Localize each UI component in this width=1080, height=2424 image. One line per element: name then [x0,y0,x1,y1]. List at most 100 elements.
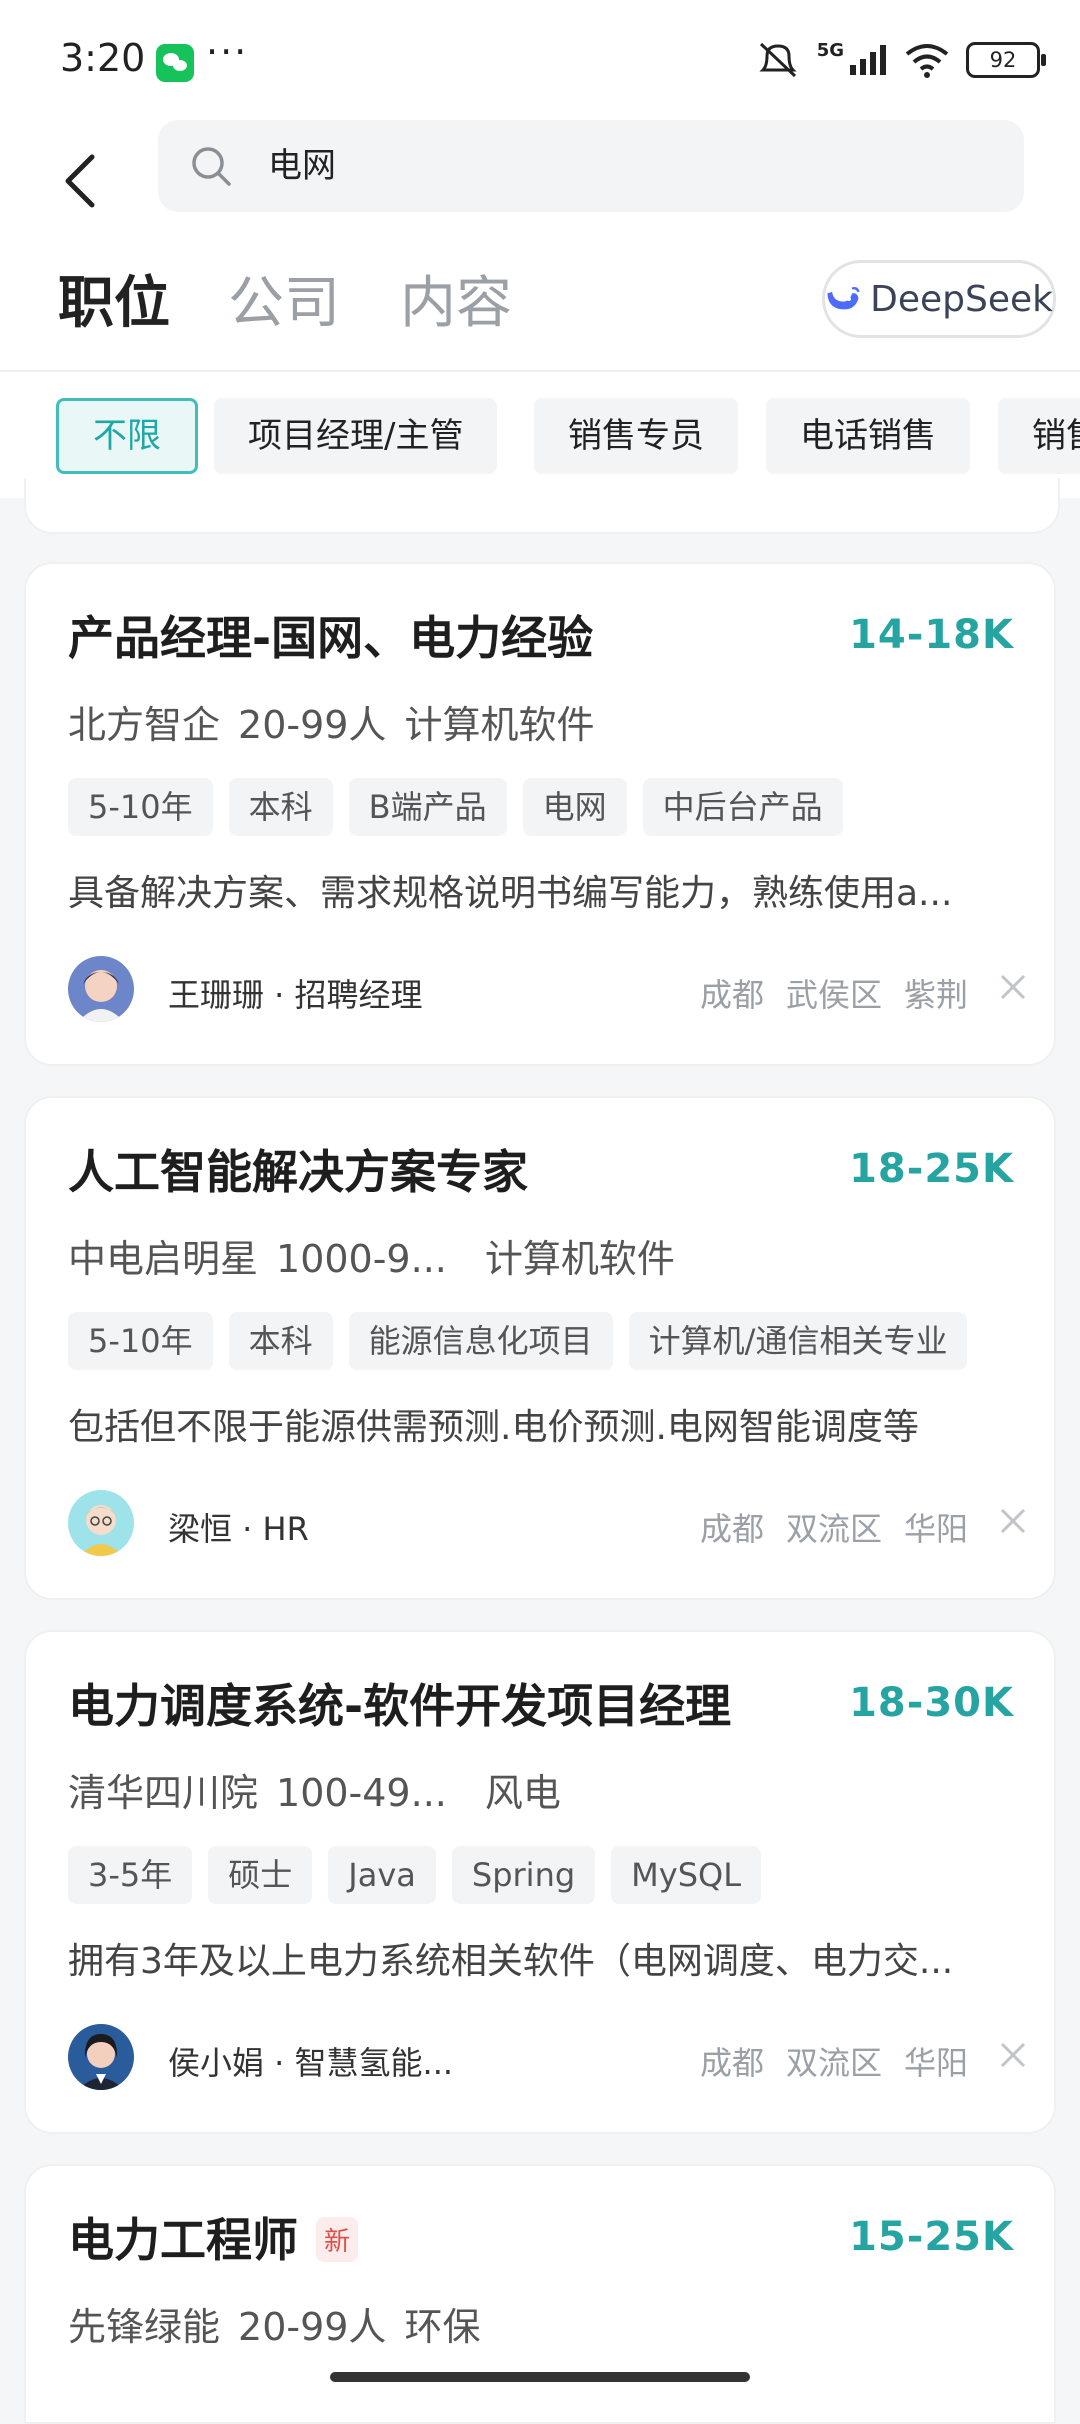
signal-icon [850,45,886,75]
avatar-image [68,956,134,1022]
close-icon[interactable] [998,972,1028,1002]
avatar [68,2024,134,2090]
job-title: 电力调度系统-软件开发项目经理 [68,1679,732,1733]
search-input[interactable]: 电网 [268,120,336,212]
company-size: 1000-9... [276,1237,447,1281]
avatar [68,1490,134,1556]
mute-icon [759,42,797,78]
wechat-icon [156,44,194,82]
company-name: 中电启明星 [68,1237,259,1281]
job-description: 包括但不限于能源供需预测.电价预测.电网智能调度等 [68,1407,919,1448]
previous-card-edge [24,478,1060,534]
deepseek-label: DeepSeek [870,278,1053,320]
city: 成都 [699,976,764,1014]
deepseek-whale-icon [827,287,860,310]
job-card[interactable]: 人工智能解决方案专家 18-25K 中电启明星 1000-9... 计算机软件 5-… [24,1096,1056,1600]
filter-chip-sales[interactable]: 销售 [998,398,1080,474]
recruiter-row: 梁恒 · HR 成都 双流区 华阳 [68,1490,1028,1560]
company-size: 20-99人 [238,703,387,747]
back-button[interactable] [50,136,110,226]
job-tag: 3-5年 [68,1846,193,1904]
job-salary: 15-25K [849,2214,1014,2260]
recruiter-name: 梁恒 · HR [168,1510,309,1548]
result-tabs: 职位 公司 内容 DeepSeek [0,240,1080,370]
close-icon[interactable] [998,1506,1028,1536]
back-arrow-icon [65,154,95,208]
district: 武侯区 [785,976,882,1014]
tab-positions[interactable]: 职位 [58,258,170,339]
city: 成都 [699,1510,764,1548]
filter-chip-sales-specialist[interactable]: 销售专员 [534,398,738,474]
network-type: 5G [816,39,844,61]
close-icon[interactable] [998,2040,1028,2070]
tab-companies[interactable]: 公司 [228,258,340,339]
job-description: 具备解决方案、需求规格说明书编写能力，熟练使用a... [68,873,953,914]
job-title: 人工智能解决方案专家 [68,1145,528,1199]
company-info: 清华四川院 100-49... 风电 [68,1762,579,1817]
new-badge: 新 [316,2217,359,2262]
recruiter-row: 侯小娟 · 智慧氢能... 成都 双流区 华阳 [68,2024,1028,2094]
job-card[interactable]: 电力调度系统-软件开发项目经理 18-30K 清华四川院 100-49... 风电 … [24,1630,1056,2134]
company-industry: 风电 [484,1771,561,1815]
company-industry: 计算机软件 [404,703,595,747]
area: 华阳 [903,1510,968,1548]
job-tag: 本科 [228,778,333,836]
district: 双流区 [785,1510,882,1548]
company-name: 先锋绿能 [68,2305,221,2349]
avatar [68,956,134,1022]
avatar-image [68,2024,134,2090]
filter-chip-unlimited[interactable]: 不限 [56,398,198,474]
job-tag: 5-10年 [68,778,213,836]
job-tag: 本科 [228,1312,333,1370]
battery-indicator: 92 [966,42,1046,78]
job-tag: Spring [451,1846,596,1904]
district: 双流区 [785,2044,882,2082]
job-tag: MySQL [611,1846,762,1904]
company-size: 100-49... [276,1771,447,1815]
recruiter-row: 王珊珊 · 招聘经理 成都 武侯区 紫荆 [68,956,1028,1026]
job-tag: 电网 [522,778,627,836]
company-info: 中电启明星 1000-9... 计算机软件 [68,1228,693,1283]
status-bar: 3:20 ··· 5G 92 [0,0,1080,120]
job-location: 成都 武侯区 紫荆 [678,970,968,1016]
avatar-image [68,1490,134,1556]
job-tag: 硕士 [208,1846,313,1904]
city: 成都 [699,2044,764,2082]
tab-content[interactable]: 内容 [400,258,512,339]
job-title: 产品经理-国网、电力经验 [68,611,594,665]
job-tag: 能源信息化项目 [348,1312,613,1370]
company-name: 清华四川院 [68,1771,259,1815]
home-indicator[interactable] [330,2372,750,2382]
area: 紫荆 [903,976,968,1014]
recruiter-name: 王珊珊 · 招聘经理 [168,976,423,1014]
job-tag: Java [328,1846,436,1904]
job-tag: 5-10年 [68,1312,213,1370]
search-header: 电网 [0,120,1080,240]
company-info: 先锋绿能 20-99人 环保 [68,2296,498,2351]
job-card[interactable]: 产品经理-国网、电力经验 14-18K 北方智企 20-99人 计算机软件 5-10… [24,562,1056,1066]
filter-chip-project-manager[interactable]: 项目经理/主管 [214,398,498,474]
job-salary: 14-18K [849,612,1014,658]
status-icons: 5G 92 [755,39,1046,80]
job-salary: 18-30K [849,1680,1014,1726]
job-tags: 5-10年 本科 能源信息化项目 计算机/通信相关专业 [68,1312,968,1370]
recruiter-name: 侯小娟 · 智慧氢能... [168,2044,454,2082]
area: 华阳 [903,2044,968,2082]
job-location: 成都 双流区 华阳 [678,2038,968,2084]
wifi-icon [905,44,949,78]
job-salary: 18-25K [849,1146,1014,1192]
job-card[interactable]: 电力工程师新 15-25K 先锋绿能 20-99人 环保 [24,2164,1056,2424]
company-info: 北方智企 20-99人 计算机软件 [68,694,612,749]
company-industry: 环保 [404,2305,481,2349]
job-title-text: 电力工程师 [68,2213,298,2267]
job-title: 电力工程师新 [68,2204,359,2270]
job-tags: 3-5年 硕士 Java Spring MySQL [68,1846,762,1904]
more-notifications-icon: ··· [206,30,249,74]
job-tag: B端产品 [348,778,507,836]
filter-chip-telesales[interactable]: 电话销售 [766,398,970,474]
deepseek-button[interactable]: DeepSeek [822,260,1056,338]
job-tag: 计算机/通信相关专业 [628,1312,968,1370]
company-size: 20-99人 [238,2305,387,2349]
status-time: 3:20 [60,36,146,80]
search-box[interactable]: 电网 [158,120,1024,212]
